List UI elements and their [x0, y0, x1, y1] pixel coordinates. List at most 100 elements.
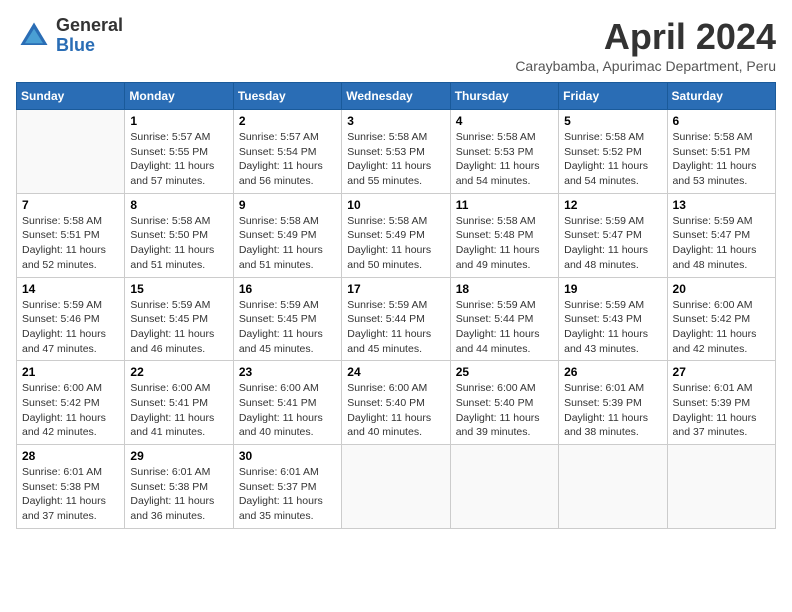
calendar-cell: 30Sunrise: 6:01 AM Sunset: 5:37 PM Dayli…: [233, 445, 341, 529]
calendar-cell: 15 Sunrise: 5:59 AM Sunset: 5:45 PM Dayli…: [125, 277, 233, 361]
day-info: Sunrise: 6:00 AM Sunset: 5:42 PM Dayligh…: [673, 298, 770, 357]
day-number: 19: [564, 282, 661, 296]
day-number: 29: [130, 449, 227, 463]
day-number: 2: [239, 114, 336, 128]
day-number: 8: [130, 198, 227, 212]
page-header: General Blue April 2024 Caraybamba, Apur…: [16, 16, 776, 74]
day-number: 14: [22, 282, 119, 296]
day-number: 1: [130, 114, 227, 128]
day-info: Sunrise: 5:58 AM Sunset: 5:49 PM Dayligh…: [239, 214, 336, 273]
calendar-cell: 26Sunrise: 6:01 AM Sunset: 5:39 PM Dayli…: [559, 361, 667, 445]
day-info: Sunrise: 5:58 AM Sunset: 5:53 PM Dayligh…: [456, 130, 553, 189]
day-number: 15: [130, 282, 227, 296]
day-number: 7: [22, 198, 119, 212]
day-number: 22: [130, 365, 227, 379]
day-number: 3: [347, 114, 444, 128]
day-info: Sunrise: 6:01 AM Sunset: 5:38 PM Dayligh…: [22, 465, 119, 524]
calendar-cell: 19 Sunrise: 5:59 AM Sunset: 5:43 PM Dayli…: [559, 277, 667, 361]
logo-blue: Blue: [56, 36, 123, 56]
day-info: Sunrise: 6:00 AM Sunset: 5:42 PM Dayligh…: [22, 381, 119, 440]
day-number: 10: [347, 198, 444, 212]
calendar-header-row: SundayMondayTuesdayWednesdayThursdayFrid…: [17, 83, 776, 110]
calendar-cell: 4 Sunrise: 5:58 AM Sunset: 5:53 PM Daylig…: [450, 110, 558, 194]
day-number: 11: [456, 198, 553, 212]
logo-general: General: [56, 16, 123, 36]
day-info: Sunrise: 6:00 AM Sunset: 5:41 PM Dayligh…: [130, 381, 227, 440]
calendar-cell: 1 Sunrise: 5:57 AM Sunset: 5:55 PM Daylig…: [125, 110, 233, 194]
calendar-cell: 3 Sunrise: 5:58 AM Sunset: 5:53 PM Daylig…: [342, 110, 450, 194]
calendar-cell: 20 Sunrise: 6:00 AM Sunset: 5:42 PM Dayli…: [667, 277, 775, 361]
calendar-cell: 22 Sunrise: 6:00 AM Sunset: 5:41 PM Dayli…: [125, 361, 233, 445]
calendar-cell: 7 Sunrise: 5:58 AM Sunset: 5:51 PM Daylig…: [17, 193, 125, 277]
day-number: 21: [22, 365, 119, 379]
calendar-cell: 24 Sunrise: 6:00 AM Sunset: 5:40 PM Dayli…: [342, 361, 450, 445]
calendar-week-row: 14 Sunrise: 5:59 AM Sunset: 5:46 PM Dayli…: [17, 277, 776, 361]
calendar-week-row: 21 Sunrise: 6:00 AM Sunset: 5:42 PM Dayli…: [17, 361, 776, 445]
day-number: 25: [456, 365, 553, 379]
day-number: 6: [673, 114, 770, 128]
day-number: 30: [239, 449, 336, 463]
day-number: 16: [239, 282, 336, 296]
day-info: Sunrise: 5:59 AM Sunset: 5:44 PM Dayligh…: [456, 298, 553, 357]
day-info: Sunrise: 6:00 AM Sunset: 5:40 PM Dayligh…: [347, 381, 444, 440]
day-info: Sunrise: 6:01 AM Sunset: 5:38 PM Dayligh…: [130, 465, 227, 524]
calendar-cell: 23 Sunrise: 6:00 AM Sunset: 5:41 PM Dayli…: [233, 361, 341, 445]
day-info: Sunrise: 5:58 AM Sunset: 5:52 PM Dayligh…: [564, 130, 661, 189]
day-info: Sunrise: 5:58 AM Sunset: 5:48 PM Dayligh…: [456, 214, 553, 273]
weekday-header: Tuesday: [233, 83, 341, 110]
calendar-cell: 13Sunrise: 5:59 AM Sunset: 5:47 PM Dayli…: [667, 193, 775, 277]
day-number: 26: [564, 365, 661, 379]
calendar-cell: [17, 110, 125, 194]
weekday-header: Wednesday: [342, 83, 450, 110]
day-number: 27: [673, 365, 770, 379]
day-info: Sunrise: 5:59 AM Sunset: 5:43 PM Dayligh…: [564, 298, 661, 357]
day-info: Sunrise: 5:57 AM Sunset: 5:54 PM Dayligh…: [239, 130, 336, 189]
day-info: Sunrise: 5:57 AM Sunset: 5:55 PM Dayligh…: [130, 130, 227, 189]
day-info: Sunrise: 6:00 AM Sunset: 5:41 PM Dayligh…: [239, 381, 336, 440]
day-info: Sunrise: 6:00 AM Sunset: 5:40 PM Dayligh…: [456, 381, 553, 440]
weekday-header: Saturday: [667, 83, 775, 110]
calendar-cell: 9 Sunrise: 5:58 AM Sunset: 5:49 PM Daylig…: [233, 193, 341, 277]
calendar-cell: 28Sunrise: 6:01 AM Sunset: 5:38 PM Dayli…: [17, 445, 125, 529]
day-number: 17: [347, 282, 444, 296]
day-number: 13: [673, 198, 770, 212]
day-number: 9: [239, 198, 336, 212]
logo-icon: [16, 18, 52, 54]
weekday-header: Sunday: [17, 83, 125, 110]
calendar-cell: [342, 445, 450, 529]
day-info: Sunrise: 5:59 AM Sunset: 5:45 PM Dayligh…: [239, 298, 336, 357]
calendar-cell: 2 Sunrise: 5:57 AM Sunset: 5:54 PM Daylig…: [233, 110, 341, 194]
calendar-cell: [450, 445, 558, 529]
calendar-cell: 25 Sunrise: 6:00 AM Sunset: 5:40 PM Dayli…: [450, 361, 558, 445]
calendar-cell: 27 Sunrise: 6:01 AM Sunset: 5:39 PM Dayli…: [667, 361, 775, 445]
day-number: 24: [347, 365, 444, 379]
day-info: Sunrise: 5:59 AM Sunset: 5:44 PM Dayligh…: [347, 298, 444, 357]
day-number: 20: [673, 282, 770, 296]
calendar-week-row: 28Sunrise: 6:01 AM Sunset: 5:38 PM Dayli…: [17, 445, 776, 529]
calendar-cell: 5 Sunrise: 5:58 AM Sunset: 5:52 PM Daylig…: [559, 110, 667, 194]
calendar-cell: 16 Sunrise: 5:59 AM Sunset: 5:45 PM Dayli…: [233, 277, 341, 361]
calendar-cell: 8 Sunrise: 5:58 AM Sunset: 5:50 PM Daylig…: [125, 193, 233, 277]
day-info: Sunrise: 6:01 AM Sunset: 5:39 PM Dayligh…: [673, 381, 770, 440]
day-info: Sunrise: 5:59 AM Sunset: 5:45 PM Dayligh…: [130, 298, 227, 357]
calendar-cell: 21 Sunrise: 6:00 AM Sunset: 5:42 PM Dayli…: [17, 361, 125, 445]
day-number: 18: [456, 282, 553, 296]
day-number: 23: [239, 365, 336, 379]
day-number: 4: [456, 114, 553, 128]
month-title: April 2024: [515, 16, 776, 58]
day-info: Sunrise: 5:58 AM Sunset: 5:53 PM Dayligh…: [347, 130, 444, 189]
weekday-header: Monday: [125, 83, 233, 110]
day-number: 5: [564, 114, 661, 128]
day-info: Sunrise: 5:59 AM Sunset: 5:46 PM Dayligh…: [22, 298, 119, 357]
calendar-week-row: 1 Sunrise: 5:57 AM Sunset: 5:55 PM Daylig…: [17, 110, 776, 194]
day-info: Sunrise: 5:58 AM Sunset: 5:51 PM Dayligh…: [22, 214, 119, 273]
calendar-cell: [559, 445, 667, 529]
calendar-cell: 12Sunrise: 5:59 AM Sunset: 5:47 PM Dayli…: [559, 193, 667, 277]
day-number: 12: [564, 198, 661, 212]
calendar-cell: 6 Sunrise: 5:58 AM Sunset: 5:51 PM Daylig…: [667, 110, 775, 194]
day-info: Sunrise: 5:58 AM Sunset: 5:50 PM Dayligh…: [130, 214, 227, 273]
calendar-cell: 11 Sunrise: 5:58 AM Sunset: 5:48 PM Dayli…: [450, 193, 558, 277]
calendar-table: SundayMondayTuesdayWednesdayThursdayFrid…: [16, 82, 776, 529]
calendar-cell: 18 Sunrise: 5:59 AM Sunset: 5:44 PM Dayli…: [450, 277, 558, 361]
day-info: Sunrise: 5:58 AM Sunset: 5:51 PM Dayligh…: [673, 130, 770, 189]
